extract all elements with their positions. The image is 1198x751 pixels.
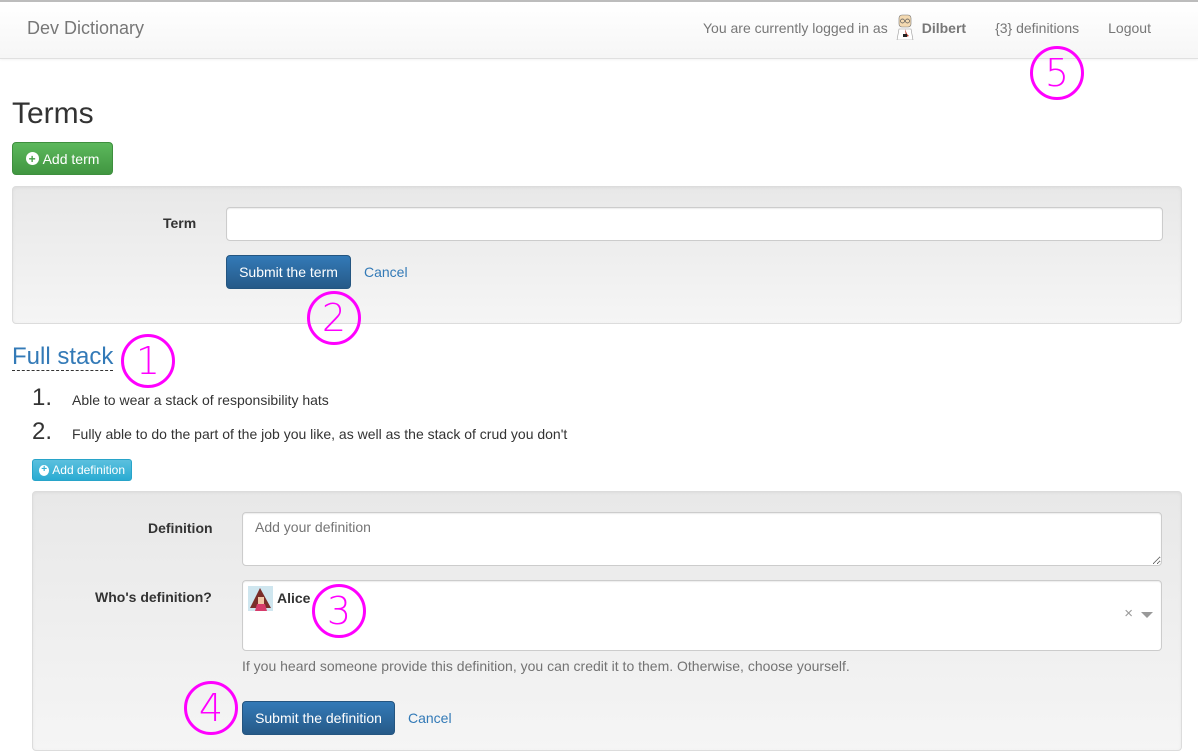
definition-number: 2.	[32, 418, 53, 445]
annotation-marker-2: 2	[307, 291, 361, 345]
clear-icon[interactable]: ×	[1124, 605, 1133, 622]
term-form: Term Submit the term Cancel	[12, 186, 1182, 324]
term-input[interactable]	[226, 207, 1163, 241]
logged-in-text: You are currently logged in as	[703, 20, 888, 36]
definition-text: Able to wear a stack of responsibility h…	[72, 392, 329, 408]
definition-item: 2. Fully able to do the part of the job …	[32, 418, 567, 452]
annotation-marker-4: 4	[184, 681, 238, 735]
dilbert-avatar-icon	[896, 14, 914, 40]
definition-text: Fully able to do the part of the job you…	[72, 426, 568, 442]
add-definition-label: Add definition	[52, 463, 125, 477]
chevron-down-icon[interactable]	[1141, 612, 1153, 618]
cancel-term-link[interactable]: Cancel	[364, 264, 408, 280]
definition-label: Definition	[148, 520, 213, 536]
submit-definition-button[interactable]: Submit the definition	[242, 701, 395, 735]
who-select[interactable]: Alice ×	[242, 580, 1162, 651]
definition-textarea[interactable]	[242, 512, 1162, 566]
who-help-text: If you heard someone provide this defini…	[242, 658, 850, 674]
logout-link[interactable]: Logout	[1108, 20, 1151, 36]
navbar: Dev Dictionary You are currently logged …	[0, 0, 1198, 59]
term-label: Term	[163, 215, 197, 231]
brand-link[interactable]: Dev Dictionary	[27, 18, 144, 39]
who-selected-value: Alice	[277, 590, 311, 606]
definitions-list: 1. Able to wear a stack of responsibilit…	[32, 384, 567, 452]
add-term-label: Add term	[42, 150, 100, 167]
plus-circle-icon: +	[25, 152, 39, 165]
plus-circle-icon: +	[39, 464, 50, 476]
alice-avatar-icon	[248, 586, 273, 611]
annotation-marker-1: 1	[121, 334, 175, 388]
definition-item: 1. Able to wear a stack of responsibilit…	[32, 384, 567, 418]
definition-number: 1.	[32, 384, 53, 411]
add-definition-button[interactable]: + Add definition	[32, 459, 132, 481]
annotation-marker-5: 5	[1030, 46, 1084, 100]
cancel-definition-link[interactable]: Cancel	[408, 710, 452, 726]
who-label: Who's definition?	[95, 589, 212, 605]
nav-right: You are currently logged in as Dilbert {…	[703, 14, 1151, 40]
submit-term-button[interactable]: Submit the term	[226, 255, 351, 289]
user-name: Dilbert	[921, 20, 967, 36]
term-heading-link[interactable]: Full stack	[12, 343, 114, 371]
add-term-button[interactable]: + Add term	[12, 142, 113, 175]
definitions-link[interactable]: {3} definitions	[995, 20, 1079, 36]
annotation-marker-3: 3	[312, 584, 366, 638]
page-title: Terms	[12, 97, 94, 130]
